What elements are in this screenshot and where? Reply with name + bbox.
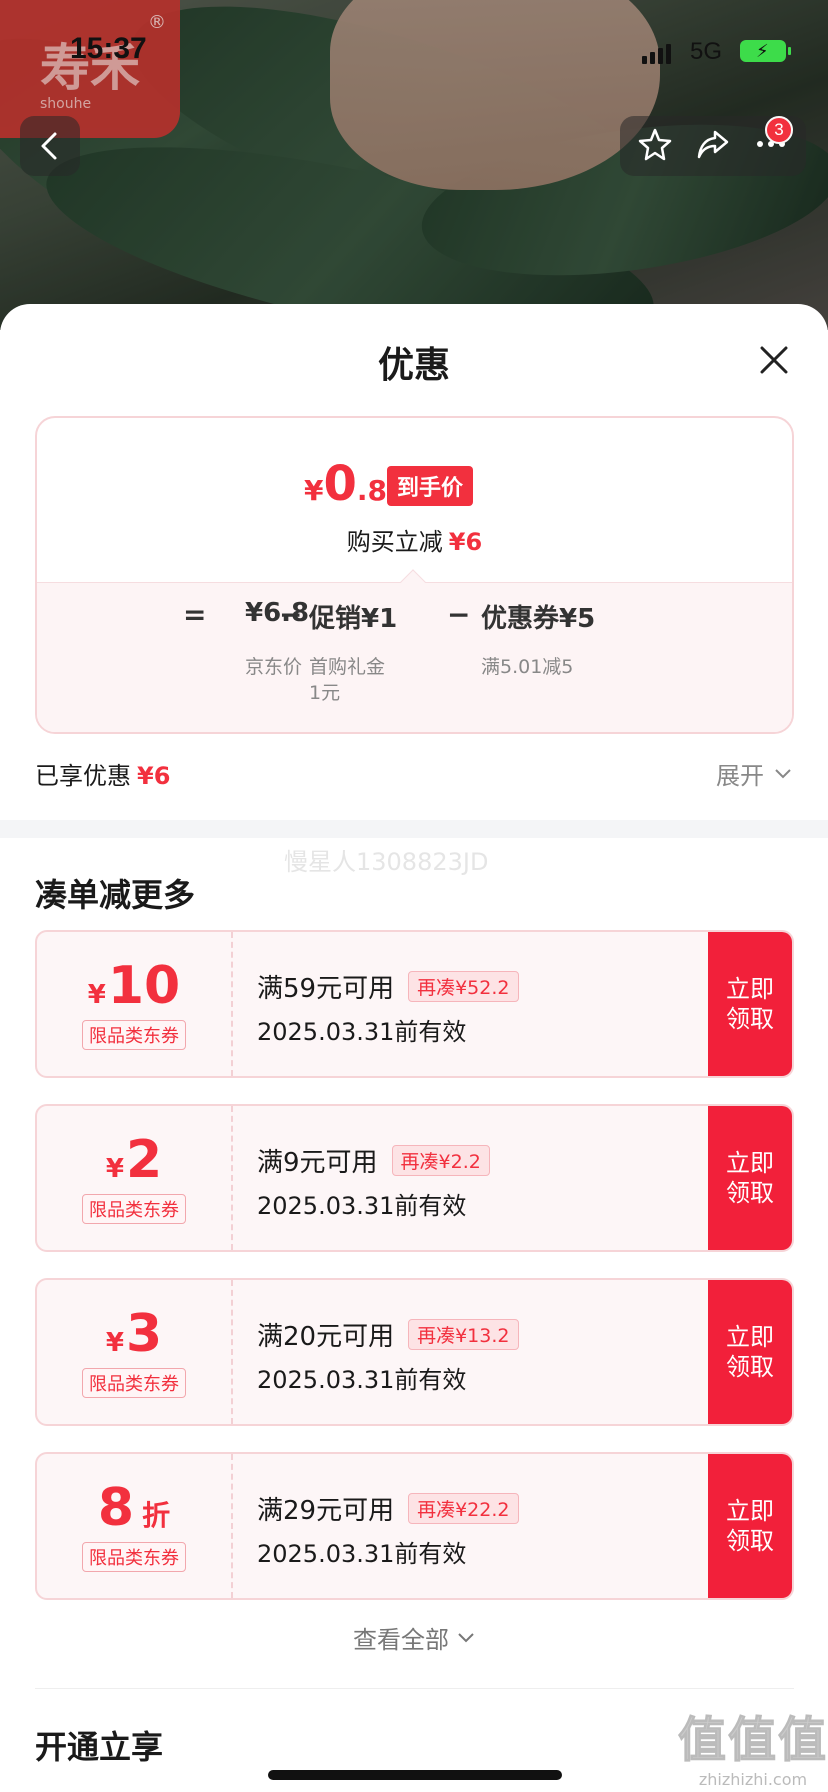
coupon-value: ¥10 bbox=[87, 956, 181, 1016]
close-button[interactable] bbox=[754, 340, 794, 380]
claim-coupon-button[interactable]: 立即领取 bbox=[708, 1454, 792, 1598]
chevron-down-icon bbox=[775, 768, 791, 778]
battery-icon: ⚡ bbox=[740, 40, 791, 62]
enjoyed-discount: 已享优惠 ¥6 bbox=[35, 762, 171, 790]
expand-button[interactable]: 展开 bbox=[716, 756, 792, 791]
divider bbox=[35, 1688, 794, 1689]
status-time: 15:37 bbox=[70, 32, 147, 65]
coupon-gap-tag: 再凑¥2.2 bbox=[391, 1145, 490, 1176]
coupon-type: 限品类东券 bbox=[82, 1194, 186, 1224]
coupon-gap-tag: 再凑¥13.2 bbox=[408, 1319, 519, 1350]
coupon-card: ¥2 限品类东券 满9元可用 再凑¥2.2 2025.03.31前有效 立即领取 bbox=[35, 1104, 794, 1252]
coupon-label: 满5.01减5 bbox=[481, 656, 574, 678]
coupon-condition: 满59元可用 bbox=[257, 974, 395, 1004]
final-price-tag: 到手价 bbox=[387, 466, 474, 506]
final-price: ¥ 0 .8 bbox=[304, 456, 388, 512]
favorite-button[interactable] bbox=[637, 126, 673, 166]
chevron-down-icon bbox=[458, 1632, 474, 1642]
promo-amount: 促销¥1 bbox=[309, 604, 398, 634]
coupon-type: 限品类东券 bbox=[82, 1368, 186, 1398]
top-action-bar: 3 bbox=[620, 116, 806, 176]
site-watermark: 值值值 zhizhizhi.com bbox=[678, 1712, 828, 1790]
share-button[interactable] bbox=[695, 126, 731, 166]
coupon-type: 限品类东券 bbox=[82, 1542, 186, 1572]
network-type: 5G bbox=[690, 38, 723, 65]
coupon-expiry: 2025.03.31前有效 bbox=[257, 1018, 467, 1046]
user-watermark: 慢星人1308823JD bbox=[284, 848, 489, 876]
signal-icon bbox=[642, 44, 671, 64]
price-breakdown-card: ¥ 0 .8 到手价 购买立减 ¥6 = ¥6.8 京东价 − 促销¥1 首购礼金… bbox=[35, 416, 794, 734]
view-all-button[interactable]: 查看全部 bbox=[0, 1620, 828, 1655]
home-indicator[interactable] bbox=[268, 1770, 562, 1780]
coupon-condition: 满20元可用 bbox=[257, 1322, 395, 1352]
close-icon bbox=[760, 346, 788, 374]
coupon-card: 8折 限品类东券 满29元可用 再凑¥22.2 2025.03.31前有效 立即… bbox=[35, 1452, 794, 1600]
more-section-title: 凑单减更多 bbox=[35, 876, 196, 914]
claim-coupon-button[interactable]: 立即领取 bbox=[708, 1106, 792, 1250]
coupon-gap-tag: 再凑¥52.2 bbox=[408, 971, 519, 1002]
open-section-title: 开通立享 bbox=[35, 1728, 164, 1766]
coupon-expiry: 2025.03.31前有效 bbox=[257, 1540, 467, 1568]
minus-sign: − bbox=[279, 598, 303, 631]
coupon-card: ¥3 限品类东券 满20元可用 再凑¥13.2 2025.03.31前有效 立即… bbox=[35, 1278, 794, 1426]
minus-sign: − bbox=[447, 598, 471, 631]
jd-price-label: 京东价 bbox=[245, 656, 303, 678]
coupon-card: ¥10 限品类东券 满59元可用 再凑¥52.2 2025.03.31前有效 立… bbox=[35, 930, 794, 1078]
coupon-type: 限品类东券 bbox=[82, 1020, 186, 1050]
share-icon bbox=[697, 130, 729, 159]
coupon-expiry: 2025.03.31前有效 bbox=[257, 1366, 467, 1394]
equals-sign: = bbox=[183, 598, 207, 631]
coupon-value: ¥2 bbox=[105, 1130, 163, 1190]
section-divider bbox=[0, 820, 828, 838]
coupon-amount: 优惠券¥5 bbox=[481, 604, 596, 634]
coupon-condition: 满29元可用 bbox=[257, 1496, 395, 1526]
notification-badge: 3 bbox=[765, 116, 793, 144]
star-icon bbox=[638, 128, 672, 161]
coupon-value: 8折 bbox=[97, 1478, 171, 1538]
chevron-left-icon bbox=[41, 132, 57, 160]
claim-coupon-button[interactable]: 立即领取 bbox=[708, 1280, 792, 1424]
promo-label: 首购礼金 1元 bbox=[309, 656, 386, 704]
sheet-title: 优惠 bbox=[377, 345, 450, 386]
back-button[interactable] bbox=[20, 116, 80, 176]
claim-coupon-button[interactable]: 立即领取 bbox=[708, 932, 792, 1076]
coupon-value: ¥3 bbox=[105, 1304, 163, 1364]
coupon-expiry: 2025.03.31前有效 bbox=[257, 1192, 467, 1220]
coupon-condition: 满9元可用 bbox=[257, 1148, 378, 1178]
discount-sheet: 优惠 ¥ 0 .8 到手价 购买立减 ¥6 = ¥6.8 京东价 − 促销¥1 首… bbox=[0, 304, 828, 1792]
buy-reduce: 购买立减 ¥6 bbox=[346, 528, 483, 556]
more-button[interactable]: 3 bbox=[753, 116, 793, 166]
coupon-gap-tag: 再凑¥22.2 bbox=[408, 1493, 519, 1524]
